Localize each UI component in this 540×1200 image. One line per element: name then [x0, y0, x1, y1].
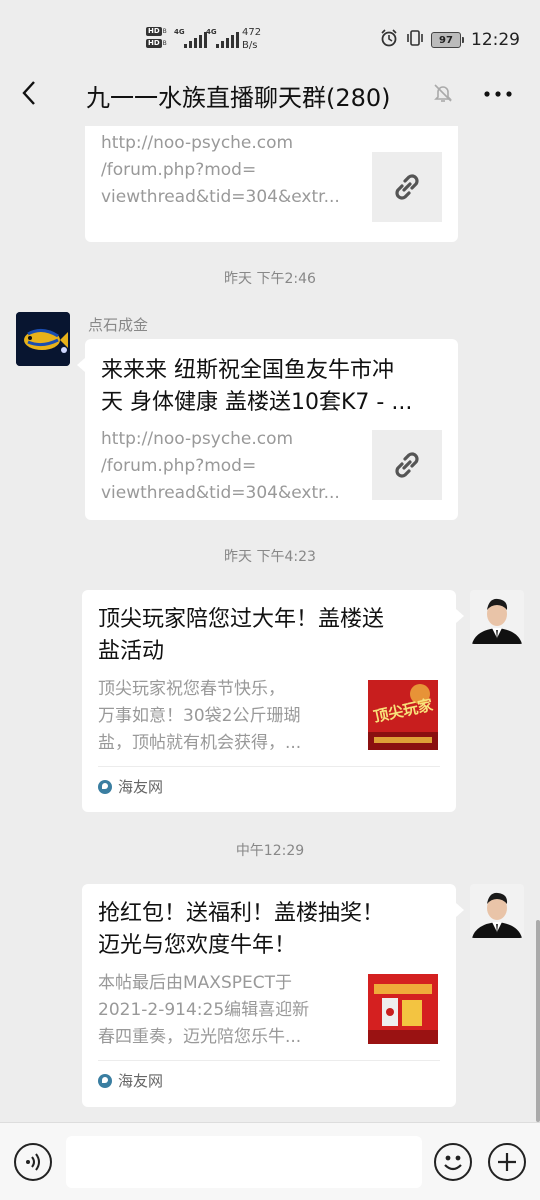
status-bar: HD B HD B 4G 4G 472 B/s 97 12:29: [0, 0, 540, 62]
article-desc-line: 万事如意！30袋2公斤珊瑚: [98, 706, 301, 726]
plus-icon: [498, 1153, 516, 1171]
article-card-desc: 本帖最后由MAXSPECT于 2021-2-914:25编辑喜迎新 春四重奏，迈…: [98, 970, 363, 1051]
link-desc-line: viewthread&tid=304&extr...: [101, 187, 340, 207]
status-clock: 12:29: [471, 30, 520, 50]
title-line: 来来来 纽斯祝全国鱼友牛市冲: [101, 358, 394, 383]
card-divider: [98, 1060, 440, 1061]
sender-name: 点石成金: [88, 316, 149, 334]
title-line: 顶尖玩家陪您过大年！盖楼送: [98, 607, 385, 632]
emoji-icon: [444, 1155, 462, 1171]
hd-sub-1: B: [162, 27, 167, 35]
bubble-tail: [77, 358, 85, 372]
link-desc-line: /forum.php?mod=: [101, 160, 257, 180]
article-desc-line: 本帖最后由MAXSPECT于: [98, 973, 292, 993]
link-card-title: 来来来 纽斯祝全国鱼友牛市冲 天 身体健康 盖楼送10套K7 - ...: [101, 355, 446, 419]
source-name: 海友网: [118, 778, 164, 796]
vibrate-icon: [405, 28, 425, 52]
message-input[interactable]: [66, 1136, 422, 1188]
network-speed-value: 472: [242, 27, 262, 38]
bubble-tail: [456, 903, 464, 917]
emoji-button[interactable]: [434, 1143, 472, 1181]
input-bar: [0, 1122, 540, 1200]
network-speed: 472 B/s: [242, 26, 261, 52]
article-card-title: 顶尖玩家陪您过大年！盖楼送 盐活动: [98, 604, 443, 668]
bubble-tail: [456, 609, 464, 623]
voice-button[interactable]: [14, 1143, 52, 1181]
scrollbar[interactable]: [536, 920, 540, 1122]
link-icon: [395, 174, 419, 200]
more-dots-icon: [484, 91, 512, 97]
status-right-group: 97 12:29: [379, 28, 520, 52]
title-line: 迈光与您欢度牛年！: [98, 933, 297, 958]
chat-message-list[interactable]: 天 身体健康 盖楼送10套K7 - ... http://noo-psyche.…: [0, 126, 540, 1122]
article-card-desc: 顶尖玩家祝您春节快乐， 万事如意！30袋2公斤珊瑚 盐，顶帖就有机会获得，...: [98, 676, 363, 757]
article-thumbnail: 顶尖玩家: [368, 680, 438, 750]
link-thumbnail: [372, 152, 442, 222]
avatar[interactable]: [16, 312, 70, 366]
alarm-icon: [379, 28, 399, 52]
link-card-desc: http://noo-psyche.com /forum.php?mod= vi…: [101, 130, 361, 211]
network-speed-unit: B/s: [242, 40, 258, 51]
message-timestamp: 昨天 下午2:46: [224, 271, 316, 287]
chat-title: 九一一水族直播聊天群(280): [86, 84, 391, 112]
link-thumbnail: [372, 430, 442, 500]
battery-icon: 97: [431, 32, 464, 48]
link-desc-line: http://noo-psyche.com: [101, 133, 294, 153]
article-source: 海友网: [98, 1070, 163, 1091]
hd-badge-1: HD: [146, 26, 162, 36]
title-line: 盐活动: [98, 639, 165, 664]
source-name: 海友网: [118, 1072, 164, 1090]
voice-icon: [26, 1153, 40, 1171]
article-thumbnail: [368, 974, 438, 1044]
avatar[interactable]: [470, 590, 524, 644]
link-desc-line: /forum.php?mod=: [101, 456, 257, 476]
message-timestamp: 中午12:29: [235, 843, 305, 859]
title-line: 天 身体健康 盖楼送10套K7 - ...: [101, 390, 413, 415]
plus-button[interactable]: [488, 1143, 526, 1181]
back-button[interactable]: [14, 78, 44, 108]
link-card[interactable]: 来来来 纽斯祝全国鱼友牛市冲 天 身体健康 盖楼送10套K7 - ... htt…: [85, 339, 458, 520]
article-card-title: 抢红包！送福利！盖楼抽奖！ 迈光与您欢度牛年！: [98, 898, 443, 962]
more-button[interactable]: [478, 80, 518, 108]
source-logo-icon: [98, 1073, 112, 1088]
article-desc-line: 盐，顶帖就有机会获得，...: [98, 733, 302, 753]
card-divider: [98, 766, 440, 767]
link-card[interactable]: 天 身体健康 盖楼送10套K7 - ... http://noo-psyche.…: [85, 126, 458, 242]
bell-off-icon: [432, 82, 454, 108]
article-card[interactable]: 顶尖玩家陪您过大年！盖楼送 盐活动 顶尖玩家祝您春节快乐， 万事如意！30袋2公…: [82, 590, 456, 812]
hd-badge-2: HD: [146, 38, 162, 48]
avatar[interactable]: [470, 884, 524, 938]
title-bar: 九一一水族直播聊天群(280): [0, 62, 540, 126]
link-desc-line: http://noo-psyche.com: [101, 429, 294, 449]
article-desc-line: 春四重奏，迈光陪您乐牛...: [98, 1027, 302, 1047]
link-desc-line: viewthread&tid=304&extr...: [101, 483, 340, 503]
message-timestamp: 昨天 下午4:23: [224, 549, 316, 565]
article-card[interactable]: 抢红包！送福利！盖楼抽奖！ 迈光与您欢度牛年！ 本帖最后由MAXSPECT于 2…: [82, 884, 456, 1107]
link-icon: [395, 452, 419, 478]
source-logo-icon: [98, 779, 112, 794]
link-card-desc: http://noo-psyche.com /forum.php?mod= vi…: [101, 426, 361, 507]
article-desc-line: 2021-2-914:25编辑喜迎新: [98, 1000, 310, 1020]
article-source: 海友网: [98, 776, 163, 797]
article-desc-line: 顶尖玩家祝您春节快乐，: [98, 679, 285, 699]
title-line: 抢红包！送福利！盖楼抽奖！: [98, 901, 385, 926]
hd-indicator: HD B HD B: [146, 25, 170, 49]
hd-sub-2: B: [162, 39, 167, 47]
chevron-left-icon: [22, 81, 35, 105]
